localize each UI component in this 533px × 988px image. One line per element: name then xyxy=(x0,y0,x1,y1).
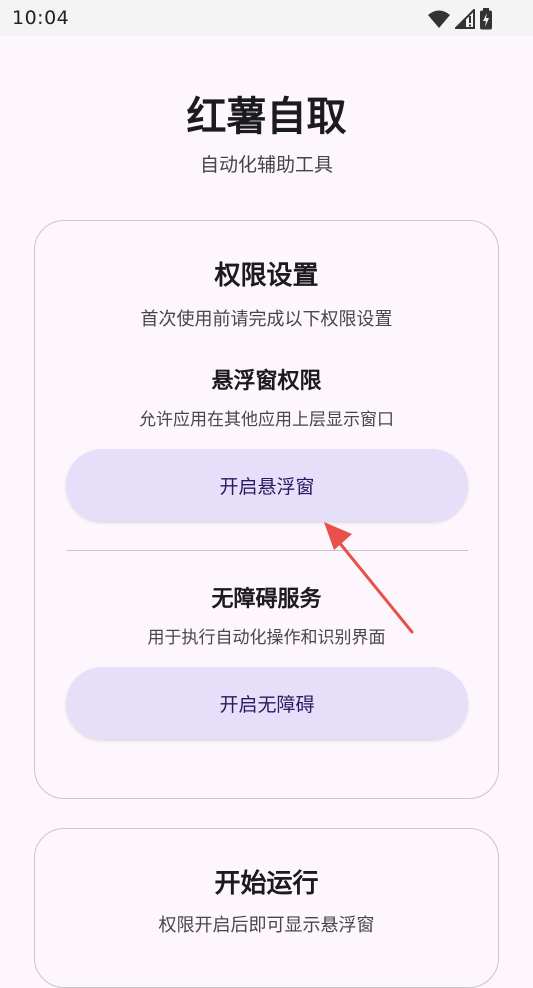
overlay-permission-description: 允许应用在其他应用上层显示窗口 xyxy=(139,410,394,430)
wifi-icon xyxy=(427,9,451,33)
enable-accessibility-button[interactable]: 开启无障碍 xyxy=(66,667,468,739)
app-title: 红薯自取 xyxy=(186,94,347,140)
permissions-card-description: 首次使用前请完成以下权限设置 xyxy=(140,309,393,330)
status-icons xyxy=(427,7,493,34)
start-card-description: 权限开启后即可显示悬浮窗 xyxy=(158,915,375,936)
start-card-title: 开始运行 xyxy=(214,869,319,899)
overlay-permission-title: 悬浮窗权限 xyxy=(211,369,322,394)
enable-overlay-button[interactable]: 开启悬浮窗 xyxy=(66,449,468,521)
status-bar: 10:04 xyxy=(0,0,533,36)
permissions-card-title: 权限设置 xyxy=(214,261,319,291)
battery-charging-icon xyxy=(479,8,493,34)
accessibility-service-description: 用于执行自动化操作和识别界面 xyxy=(147,628,386,648)
cellular-icon xyxy=(453,7,475,33)
app-subtitle: 自动化辅助工具 xyxy=(199,154,333,176)
permissions-card: 权限设置 首次使用前请完成以下权限设置 悬浮窗权限 允许应用在其他应用上层显示窗… xyxy=(34,220,499,799)
start-card: 开始运行 权限开启后即可显示悬浮窗 xyxy=(34,828,499,988)
accessibility-service-title: 无障碍服务 xyxy=(211,587,322,612)
annotation-arrow-icon xyxy=(324,522,414,634)
status-time: 10:04 xyxy=(12,7,70,29)
